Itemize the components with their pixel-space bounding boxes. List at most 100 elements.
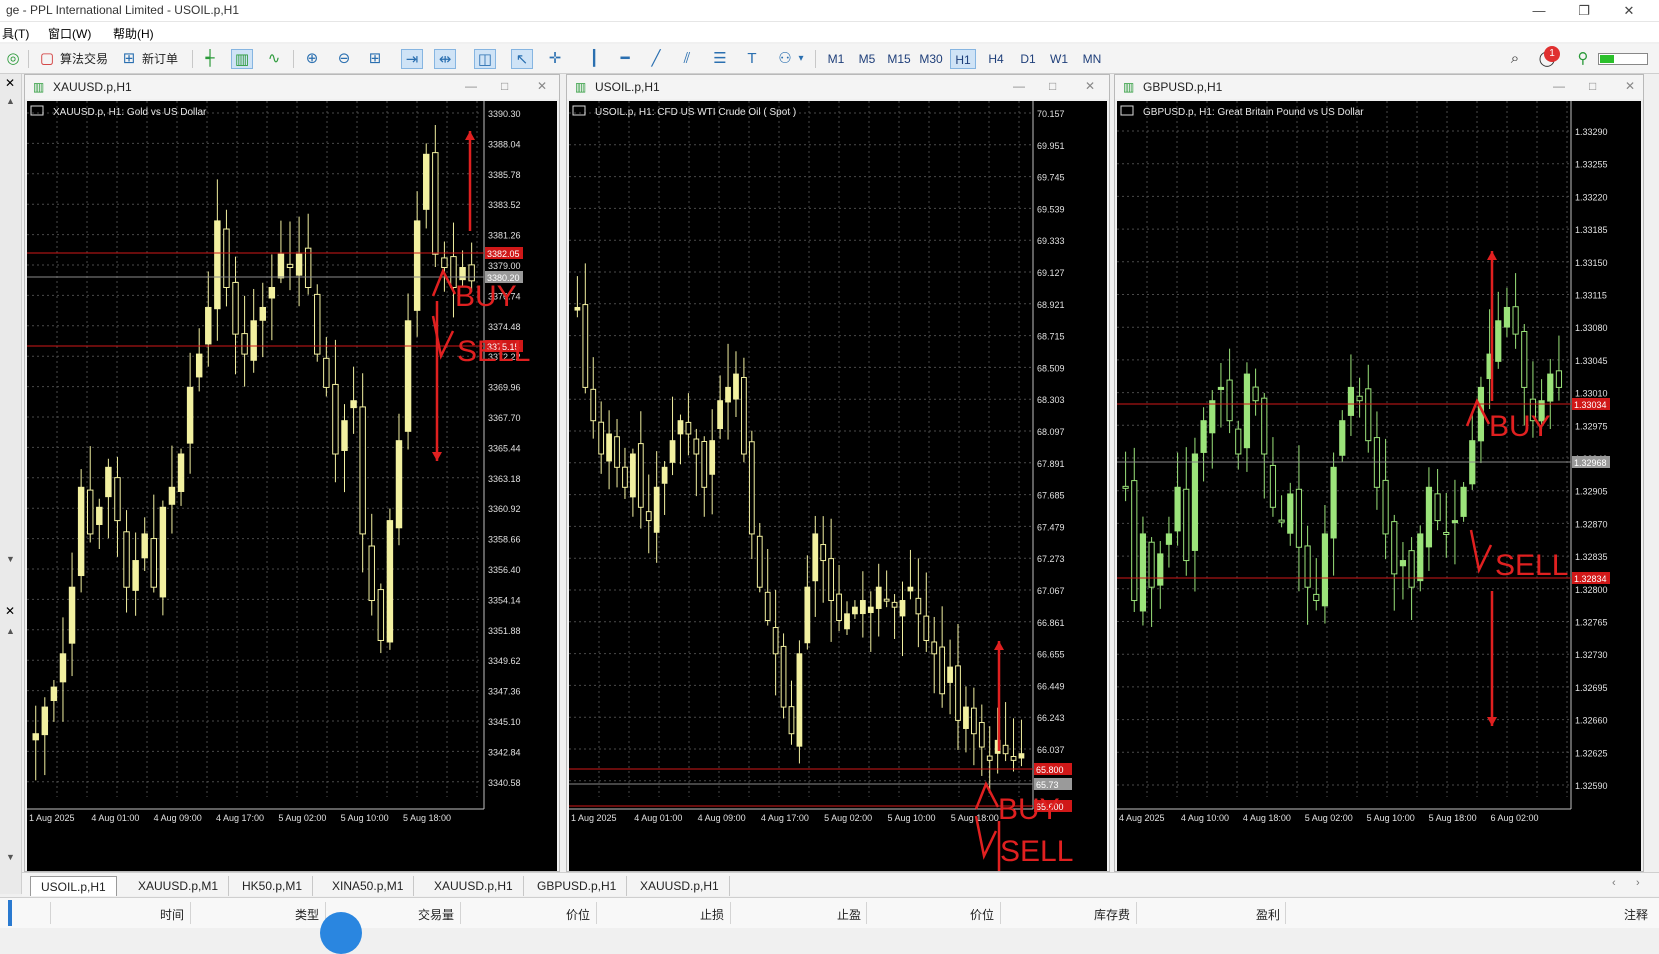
scroll-up-icon[interactable]: ▲	[6, 96, 15, 106]
tab-xina50-m1[interactable]: XINA50.p,M1	[322, 876, 415, 896]
channel-icon[interactable]: ⫽	[676, 49, 698, 69]
price-tick-label: 1.32835	[1575, 552, 1608, 562]
crosshair-icon[interactable]: ✛	[544, 49, 566, 69]
candle-body	[1148, 541, 1155, 588]
close-icon[interactable]: ✕	[1625, 79, 1635, 93]
fibonacci-icon[interactable]: ☰	[709, 49, 731, 69]
market-watch-icon[interactable]: ◎	[2, 49, 24, 69]
chart-window-gbpusd[interactable]: GBPUSD.p,H1 ▥ — □ ✕ GBPUSD.p, H1: Great …	[1114, 74, 1644, 872]
candle-body	[812, 533, 819, 582]
minimize-icon[interactable]: —	[1013, 79, 1025, 93]
maximize-icon[interactable]: □	[501, 79, 508, 93]
zoom-out-icon[interactable]: ⊖	[333, 49, 355, 69]
price-tick-label: 66.655	[1037, 650, 1065, 660]
vertical-line-icon[interactable]: ┃	[583, 49, 605, 69]
horizontal-line-icon[interactable]: ━	[614, 49, 636, 69]
candle-body	[350, 400, 357, 409]
maximize-icon[interactable]: □	[1589, 79, 1596, 93]
tab-usoil-h1[interactable]: USOIL.p,H1	[30, 876, 117, 896]
scroll-down-icon[interactable]: ▼	[6, 852, 15, 862]
shapes-icon[interactable]: ⚇	[774, 49, 796, 69]
chevron-down-icon[interactable]: ▾	[795, 49, 807, 69]
candle-body	[1425, 486, 1433, 548]
screenshot-icon[interactable]: ◫	[474, 49, 496, 69]
scroll-down-icon[interactable]: ▼	[6, 554, 15, 564]
title-bar: ge - PPL International Limited - USOIL.p…	[0, 0, 1659, 22]
signal-icon: ⚲	[1577, 50, 1589, 67]
timeframe-m1[interactable]: M1	[823, 49, 849, 69]
time-tick-label: 5 Aug 18:00	[951, 813, 999, 823]
minimize-icon[interactable]: —	[1553, 79, 1565, 93]
menu-help[interactable]: 帮助(H)	[113, 25, 154, 42]
column-time[interactable]: 时间	[160, 906, 184, 923]
chevron-right-icon[interactable]: ›	[1636, 877, 1640, 889]
text-icon[interactable]: T	[741, 49, 763, 69]
timeframe-d1[interactable]: D1	[1015, 49, 1041, 69]
column-take-profit[interactable]: 止盈	[837, 906, 861, 923]
search-icon[interactable]: ⌕	[1504, 49, 1526, 69]
buy-annotation: BUY	[998, 793, 1060, 826]
price-tick-label: 3340.58	[488, 778, 521, 788]
price-chart[interactable]: GBPUSD.p, H1: Great Britain Pound vs US …	[1117, 101, 1641, 871]
menu-tools[interactable]: 具(T)	[2, 25, 29, 42]
bar-chart-icon[interactable]: ┽	[199, 49, 221, 69]
candle-body	[1330, 466, 1337, 539]
minimize-button[interactable]: —	[1525, 1, 1553, 21]
tab-xauusd-m1[interactable]: XAUUSD.p,M1	[128, 876, 230, 896]
tile-windows-icon[interactable]: ⊞	[364, 49, 386, 69]
timeframe-h1[interactable]: H1	[950, 49, 976, 69]
candle-body	[1157, 553, 1164, 586]
column-stop-loss[interactable]: 止损	[700, 906, 724, 923]
timeframe-m5[interactable]: M5	[854, 49, 880, 69]
close-icon[interactable]: ✕	[1085, 79, 1095, 93]
auto-scroll-icon[interactable]: ⇥	[401, 49, 423, 69]
chart-shift-icon[interactable]: ⇹	[434, 49, 456, 69]
close-icon[interactable]: ✕	[5, 76, 15, 90]
minimize-icon[interactable]: —	[465, 79, 477, 93]
candle-body	[68, 586, 76, 644]
trend-line-icon[interactable]: ╱	[645, 49, 667, 69]
scroll-up-icon[interactable]: ▲	[6, 626, 15, 636]
column-comment[interactable]: 注释	[1624, 906, 1648, 923]
timeframe-m15[interactable]: M15	[884, 49, 914, 69]
timeframe-mn[interactable]: MN	[1078, 49, 1106, 69]
timeframe-h4[interactable]: H4	[983, 49, 1009, 69]
chart-window-xauusd[interactable]: XAUUSD.p,H1 ▥ — □ ✕ XAUUSD.p, H1: Gold v…	[24, 74, 560, 872]
tab-gbpusd-h1[interactable]: GBPUSD.p,H1	[527, 876, 628, 896]
candle-body	[590, 388, 597, 422]
new-order-button[interactable]: 新订单	[142, 48, 178, 70]
close-button[interactable]: ✕	[1615, 1, 1643, 21]
timeframe-m30[interactable]: M30	[916, 49, 946, 69]
column-volume[interactable]: 交易量	[418, 906, 454, 923]
cursor-icon[interactable]: ↖	[511, 49, 533, 69]
column-type[interactable]: 类型	[295, 906, 319, 923]
candle-body	[828, 558, 835, 602]
column-current-price[interactable]: 价位	[970, 906, 994, 923]
buy-annotation: BUY	[1489, 410, 1551, 443]
line-chart-icon[interactable]: ∿	[263, 49, 285, 69]
chart-window-usoil[interactable]: USOIL.p,H1 ▥ — □ ✕ USOIL.p, H1: CFD US W…	[566, 74, 1110, 872]
close-icon[interactable]: ✕	[537, 79, 547, 93]
column-swap[interactable]: 库存费	[1094, 906, 1130, 923]
column-price[interactable]: 价位	[566, 906, 590, 923]
maximize-icon[interactable]: □	[1049, 79, 1056, 93]
floating-button[interactable]	[320, 912, 362, 954]
candle-body	[459, 267, 466, 281]
tab-xauusd-h1-2[interactable]: XAUUSD.p,H1	[630, 876, 730, 896]
candlestick-chart-icon[interactable]: ▥	[231, 49, 253, 69]
close-icon[interactable]: ✕	[5, 604, 15, 618]
window-title: ge - PPL International Limited - USOIL.p…	[6, 3, 240, 17]
price-chart[interactable]: USOIL.p, H1: CFD US WTI Crude Oil ( Spot…	[569, 101, 1107, 871]
column-profit[interactable]: 盈利	[1256, 906, 1280, 923]
candle-body	[1252, 386, 1259, 402]
timeframe-w1[interactable]: W1	[1046, 49, 1072, 69]
candle-body	[386, 520, 394, 643]
restore-button[interactable]: ❐	[1570, 1, 1598, 21]
tab-hk50-m1[interactable]: HK50.p,M1	[232, 876, 314, 896]
zoom-in-icon[interactable]: ⊕	[301, 49, 323, 69]
tab-xauusd-h1[interactable]: XAUUSD.p,H1	[424, 876, 524, 896]
price-chart[interactable]: XAUUSD.p, H1: Gold vs US Dollar 3390.30 33…	[27, 101, 557, 871]
chevron-left-icon[interactable]: ‹	[1612, 877, 1616, 889]
algo-trading-button[interactable]: 算法交易	[60, 48, 108, 70]
menu-window[interactable]: 窗口(W)	[48, 25, 91, 42]
